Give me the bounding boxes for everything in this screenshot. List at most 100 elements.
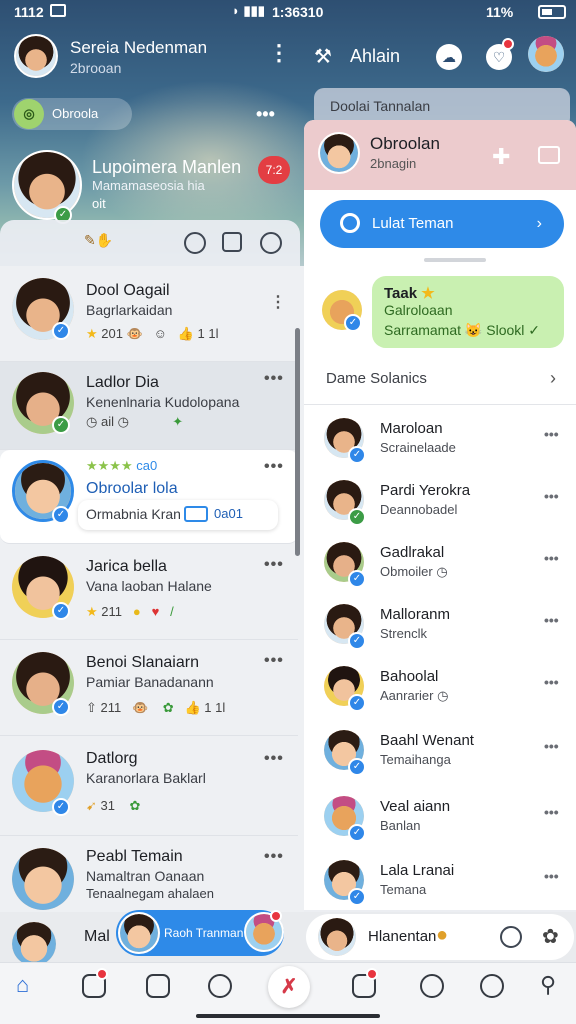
search-button[interactable]: Lulat Teman › (320, 200, 564, 248)
chat-name: Datlorg (86, 750, 138, 767)
contact-status: Temaihanga (380, 752, 451, 767)
contact-row[interactable]: ✓ Maroloan Scrainelaade ••• (304, 408, 576, 470)
chat-row[interactable]: ✓ Jarica bella Vana laoban Halane ★ 211 … (0, 544, 298, 640)
settings-icon[interactable]: ✿ (542, 924, 559, 949)
smiley-icon[interactable] (260, 232, 282, 254)
contact-status: Strenclk (380, 626, 427, 641)
highlight-card-title-text: Taak (384, 285, 418, 302)
chat-avatar (12, 848, 74, 910)
heart-icon[interactable] (208, 974, 232, 998)
contact-status: Aanrarier ◷ (380, 688, 448, 704)
chat-preview: Kenenlnaria Kudolopana (86, 394, 240, 410)
chat-row[interactable]: ✓ Dool Oagail Bagrlarkaidan ★ 201 🐵 ☺ 👍 … (0, 266, 298, 362)
reaction-icon[interactable] (480, 974, 504, 998)
rocket-icon: ➹ (86, 798, 97, 813)
contact-more-icon[interactable]: ••• (544, 804, 559, 820)
row-more-icon[interactable]: ••• (264, 458, 284, 476)
verified-badge: ✓ (52, 698, 70, 716)
profile-avatar[interactable] (14, 34, 58, 78)
chat-name: Peabl Temain (86, 848, 183, 865)
row-more-icon[interactable]: ⋮ (270, 292, 287, 312)
contact-row[interactable]: ✓ Veal aiann Banlan ••• (304, 786, 576, 848)
chat-name: Ladlor Dia (86, 374, 159, 391)
chevron-right-icon[interactable]: › (550, 368, 556, 389)
verified-badge: ✓ (52, 322, 70, 340)
verified-badge: ✓ (348, 570, 366, 588)
contact-more-icon[interactable]: ••• (544, 426, 559, 442)
contact-row[interactable]: ✓ Pardi Yerokra Deannobadel ••• (304, 470, 576, 532)
info-icon[interactable] (222, 232, 242, 252)
chat-pill: 0a01 (214, 506, 243, 521)
center-action-icon[interactable]: ✗ (268, 966, 310, 1008)
row-more-icon[interactable]: ••• (264, 750, 284, 768)
chat-row-active[interactable]: ✓ ★★★★ ca0 Obroolar lola Ormabnia Kran 0… (0, 450, 298, 544)
row-more-icon[interactable]: ••• (264, 370, 284, 388)
featured-avatar[interactable] (12, 150, 82, 220)
drag-handle[interactable] (424, 258, 486, 262)
call-dot (270, 910, 282, 922)
battery-percent: 11% (486, 4, 514, 20)
row-more-icon[interactable]: ••• (264, 556, 284, 574)
verified-badge: ✓ (348, 888, 366, 906)
contact-row[interactable]: ✓ Malloranm Strenclk ••• (304, 594, 576, 656)
chat-meta: ★ 201 🐵 ☺ 👍 1 1l (86, 326, 219, 341)
contact-name: Baahl Wenant (380, 732, 474, 749)
chat-meta: ⇧ 211 🐵 ✿ 👍 1 1l (86, 700, 226, 715)
tools-icon[interactable]: ⚒ (314, 44, 332, 69)
contact-status: Obmoiler ◷ (380, 564, 448, 580)
chat-row[interactable]: ✓ Datlorg Karanorlara Baklarl ➹ 31 ✿ ••• (0, 736, 298, 836)
contact-more-icon[interactable]: ••• (544, 550, 559, 566)
emoji-icon[interactable] (420, 974, 444, 998)
contact-name: Gadlrakal (380, 544, 445, 561)
mascot-avatar[interactable] (528, 36, 564, 72)
contact-status: Temana (380, 882, 427, 897)
featured-name: Lupoimera Manlen (92, 157, 242, 177)
search-icon[interactable] (500, 926, 522, 948)
mini-avatar[interactable] (12, 922, 56, 966)
chat-meta-value-2: 1 1l (197, 326, 219, 341)
contact-row[interactable]: ✓ Lala Lranai Temana ••• (304, 850, 576, 912)
status-center-time: 1:36310 (272, 4, 324, 20)
more-menu-icon[interactable]: ⋮ (268, 42, 290, 64)
chat-preview: Namaltran Oanaan (86, 868, 205, 884)
verified-badge: ✓ (344, 314, 362, 332)
chat-name: Dool Oagail (86, 282, 170, 299)
row-more-icon[interactable]: ••• (264, 848, 284, 866)
search-label: Lulat Teman (372, 215, 454, 232)
emoji-icon: ● (132, 604, 141, 619)
chat-list-scrollbar[interactable] (295, 328, 300, 556)
chevron-right-icon: › (536, 215, 542, 232)
contact-more-icon[interactable]: ••• (544, 612, 559, 628)
row-more-icon[interactable]: ••• (264, 652, 284, 670)
contacts-header-avatar[interactable] (318, 132, 360, 174)
contact-name: Bahoolal (380, 668, 439, 685)
chat-meta: ◷ ail ◷ ✦ (86, 414, 184, 429)
chat-rating: ★★★★ ca0 (86, 458, 157, 474)
contact-more-icon[interactable]: ••• (544, 738, 559, 754)
contact-more-icon[interactable]: ••• (544, 488, 559, 504)
chat-row[interactable]: Peabl Temain Namaltran Oanaan Tenaalnega… (0, 836, 298, 914)
header-label: Ahlain (350, 46, 401, 66)
profile-icon[interactable]: ⚲ (540, 972, 556, 998)
messenger-icon[interactable]: ☁ (436, 44, 462, 70)
contact-row[interactable]: ✓ Bahoolal Aanrarier ◷ ••• (304, 656, 576, 718)
contact-more-icon[interactable]: ••• (544, 674, 559, 690)
call-avatar (118, 912, 160, 954)
contact-card-icon[interactable] (538, 146, 560, 164)
verified-badge: ✓ (52, 798, 70, 816)
contact-row[interactable]: ✓ Baahl Wenant Temaihanga ••• (304, 720, 576, 782)
pill-more-icon[interactable]: ••• (256, 104, 275, 125)
contact-row[interactable]: ✓ Gadlrakal Obmoiler ◷ ••• (304, 532, 576, 594)
chat-meta: ★ 211 ● ♥ / (86, 604, 174, 620)
featured-subtitle-2: oit (92, 196, 106, 211)
square-icon[interactable] (146, 974, 170, 998)
add-contact-icon[interactable]: ✚ (492, 144, 510, 170)
chat-row[interactable]: ✓ Benoi Slanaiarn Pamiar Banadanann ⇧ 21… (0, 640, 298, 736)
status-pill[interactable]: ◎ Obroola (12, 98, 132, 130)
contact-more-icon[interactable]: ••• (544, 868, 559, 884)
chat-row[interactable]: ✓ Ladlor Dia Kenenlnaria Kudolopana ◷ ai… (0, 362, 298, 450)
chat-preview: Ormabnia Kran (86, 506, 181, 522)
home-icon[interactable]: ⌂ (16, 972, 42, 998)
contact-status-text: Aanrarier (380, 688, 434, 703)
search-icon[interactable] (184, 232, 206, 254)
